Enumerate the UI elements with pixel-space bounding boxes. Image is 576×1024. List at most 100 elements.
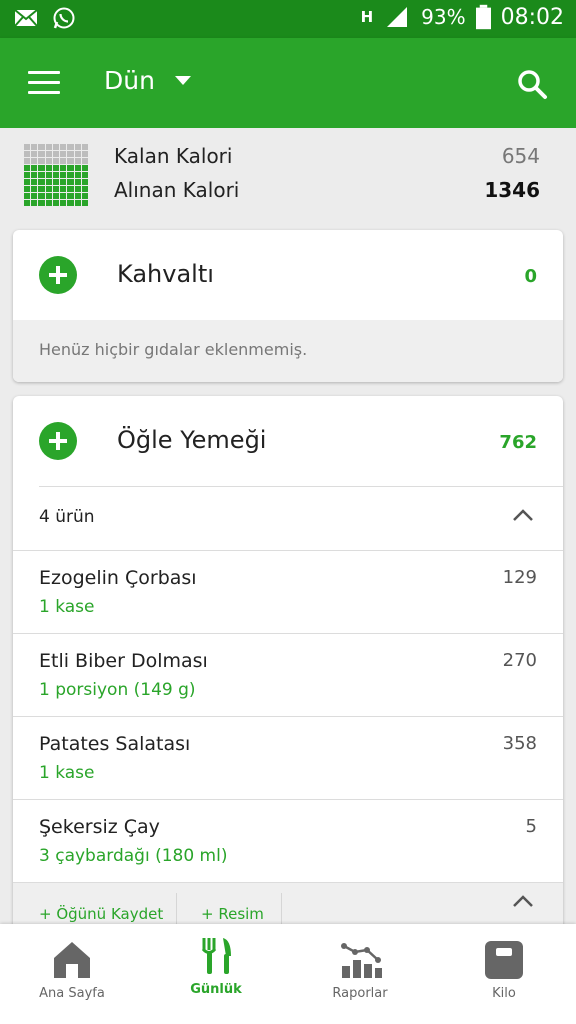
calorie-grid-cell — [74, 200, 81, 206]
calorie-grid-cell — [38, 165, 45, 171]
calorie-grid-cell — [45, 172, 52, 178]
calorie-grid-cell — [60, 144, 67, 150]
food-item[interactable]: Şekersiz Çay 3 çaybardağı (180 ml) 5 — [13, 799, 563, 882]
fork-knife-icon — [201, 938, 231, 974]
nav-item-reports[interactable]: Raporlar — [288, 924, 432, 1024]
calorie-grid-cell — [45, 144, 52, 150]
lunch-item-count: 4 ürün — [39, 507, 95, 527]
taken-calories-row: Alınan Kalori 1346 — [114, 178, 540, 202]
food-item[interactable]: Patates Salatası 1 kase 358 — [13, 716, 563, 799]
calorie-grid-cell — [60, 193, 67, 199]
bottom-navigation: Ana Sayfa Günlük Raporlar Kilo — [0, 924, 576, 1024]
calorie-grid-cell — [45, 179, 52, 185]
battery-icon — [475, 4, 491, 30]
calorie-grid-icon — [24, 144, 88, 206]
calorie-grid-cell — [24, 144, 31, 150]
food-portion: 1 kase — [39, 597, 95, 617]
calorie-grid-cell — [31, 172, 38, 178]
calorie-grid-cell — [31, 179, 38, 185]
calorie-grid-cell — [31, 186, 38, 192]
lunch-item-count-row[interactable]: 4 ürün — [39, 486, 563, 550]
taken-calories-value: 1346 — [484, 178, 540, 202]
calorie-grid-cell — [45, 186, 52, 192]
remaining-calories-value: 654 — [501, 144, 540, 168]
calorie-grid-cell — [60, 200, 67, 206]
add-photo-button[interactable]: + Resim — [201, 905, 264, 923]
search-icon[interactable] — [516, 68, 548, 100]
nav-item-weight[interactable]: Kilo — [432, 924, 576, 1024]
calorie-grid-cell — [31, 200, 38, 206]
whatsapp-icon — [53, 7, 75, 29]
calorie-grid-cell — [31, 158, 38, 164]
nav-item-home[interactable]: Ana Sayfa — [0, 924, 144, 1024]
calorie-grid-cell — [74, 165, 81, 171]
scale-icon — [485, 941, 523, 979]
food-name: Patates Salatası — [39, 733, 191, 755]
calorie-grid-cell — [67, 186, 74, 192]
food-portion: 1 kase — [39, 763, 95, 783]
remaining-calories-row: Kalan Kalori 654 — [114, 144, 540, 168]
calorie-grid-cell — [52, 186, 60, 192]
calorie-grid-cell — [60, 158, 67, 164]
calorie-grid-cell — [38, 200, 45, 206]
add-breakfast-icon[interactable] — [39, 256, 77, 294]
food-calories: 5 — [525, 816, 537, 837]
clock: 08:02 — [500, 4, 564, 30]
calorie-grid-cell — [74, 144, 81, 150]
calorie-grid-cell — [52, 158, 60, 164]
calorie-grid-cell — [81, 144, 88, 150]
signal-icon — [387, 7, 408, 27]
calorie-grid-cell — [24, 200, 31, 206]
calorie-grid-cell — [45, 193, 52, 199]
calorie-grid-cell — [31, 165, 38, 171]
calorie-grid-cell — [24, 193, 31, 199]
calorie-grid-cell — [74, 186, 81, 192]
chevron-up-icon[interactable] — [513, 895, 533, 907]
calorie-grid-cell — [24, 165, 31, 171]
food-item[interactable]: Etli Biber Dolması 1 porsiyon (149 g) 27… — [13, 633, 563, 716]
calorie-grid-cell — [60, 165, 67, 171]
status-bar: H 93% 08:02 — [0, 0, 576, 38]
calorie-grid-cell — [60, 151, 67, 157]
nav-label: Günlük — [190, 982, 242, 997]
calorie-grid-cell — [67, 179, 74, 185]
lunch-card: Öğle Yemeği 762 4 ürün Ezogelin Çorbası … — [13, 396, 563, 936]
calorie-grid-cell — [67, 151, 74, 157]
calorie-grid-cell — [38, 179, 45, 185]
calorie-grid-cell — [45, 158, 52, 164]
network-type-label: H — [360, 8, 374, 26]
calorie-grid-cell — [81, 186, 88, 192]
nav-label: Ana Sayfa — [39, 986, 105, 1001]
calorie-grid-cell — [38, 172, 45, 178]
add-lunch-icon[interactable] — [39, 422, 77, 460]
mail-icon — [14, 9, 38, 27]
calorie-grid-cell — [38, 186, 45, 192]
calorie-grid-cell — [74, 158, 81, 164]
calorie-grid-cell — [81, 179, 88, 185]
calorie-grid-cell — [67, 172, 74, 178]
food-item[interactable]: Ezogelin Çorbası 1 kase 129 — [13, 550, 563, 633]
calorie-grid-cell — [81, 165, 88, 171]
save-meal-button[interactable]: + Öğünü Kaydet — [39, 905, 163, 923]
calorie-grid-cell — [60, 186, 67, 192]
calorie-grid-cell — [45, 151, 52, 157]
dropdown-caret-icon — [174, 76, 191, 85]
calorie-grid-cell — [74, 172, 81, 178]
nav-label: Raporlar — [332, 986, 388, 1001]
chevron-up-icon[interactable] — [513, 509, 533, 521]
calorie-grid-cell — [52, 172, 60, 178]
menu-icon[interactable] — [28, 71, 60, 95]
calorie-grid-cell — [81, 172, 88, 178]
calorie-grid-cell — [24, 151, 31, 157]
nav-item-diary[interactable]: Günlük — [144, 924, 288, 1024]
calorie-grid-cell — [52, 200, 60, 206]
breakfast-header[interactable]: Kahvaltı 0 — [13, 230, 563, 320]
calorie-grid-cell — [74, 179, 81, 185]
calorie-grid-cell — [52, 144, 60, 150]
calorie-grid-cell — [74, 151, 81, 157]
day-selector[interactable]: Dün — [104, 66, 191, 95]
calorie-grid-cell — [45, 200, 52, 206]
calorie-grid-cell — [52, 193, 60, 199]
food-calories: 129 — [502, 567, 537, 588]
lunch-header[interactable]: Öğle Yemeği 762 — [13, 396, 563, 486]
